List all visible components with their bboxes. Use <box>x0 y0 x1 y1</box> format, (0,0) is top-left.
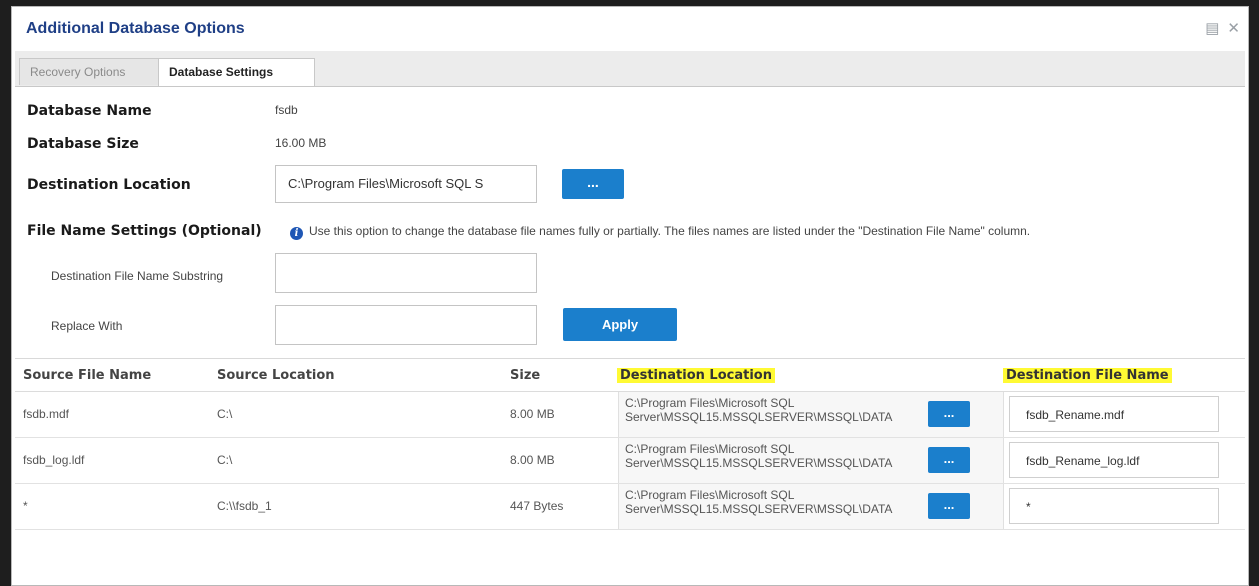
table-row: fsdb.mdf C:\ 8.00 MB C:\Program Files\Mi… <box>15 392 1245 438</box>
source-location: C:\ <box>217 453 233 467</box>
destination-location-cell: C:\Program Files\Microsoft SQL Server\MS… <box>618 438 1004 483</box>
destination-location-path: C:\Program Files\Microsoft SQL Server\MS… <box>625 488 893 516</box>
tab-strip: Recovery Options Database Settings <box>15 51 1245 87</box>
col-destination-file-name: Destination File Name <box>1003 368 1172 383</box>
tab-database-settings[interactable]: Database Settings <box>158 58 315 86</box>
source-location: C:\\fsdb_1 <box>217 499 272 513</box>
file-size: 447 Bytes <box>510 499 564 513</box>
file-size: 8.00 MB <box>510 407 555 421</box>
row-browse-button[interactable]: ... <box>928 401 970 427</box>
destination-file-name-input[interactable]: fsdb_Rename.mdf <box>1009 396 1219 432</box>
destination-file-name-substring-input[interactable] <box>275 253 537 293</box>
row-browse-button[interactable]: ... <box>928 493 970 519</box>
dialog-titlebar: Additional Database Options ▤ ✕ <box>12 7 1248 51</box>
destination-location-highlight: Destination Location <box>617 368 775 383</box>
destination-file-name-substring-label: Destination File Name Substring <box>51 269 224 283</box>
replace-with-input[interactable] <box>275 305 537 345</box>
row-browse-button[interactable]: ... <box>928 447 970 473</box>
col-source-location: Source Location <box>217 368 335 383</box>
destination-file-name-highlight: Destination File Name <box>1003 368 1172 383</box>
file-size: 8.00 MB <box>510 453 555 467</box>
database-size-value: 16.00 MB <box>275 136 327 150</box>
destination-location-label: Destination Location <box>27 177 191 193</box>
destination-location-input[interactable]: C:\Program Files\Microsoft SQL S <box>275 165 537 203</box>
close-icon[interactable]: ✕ <box>1227 19 1240 37</box>
col-source-file-name: Source File Name <box>23 368 152 383</box>
destination-location-path: C:\Program Files\Microsoft SQL Server\MS… <box>625 442 893 470</box>
table-header: Source File Name Source Location Size De… <box>15 359 1245 392</box>
source-file-name: fsdb_log.ldf <box>23 453 85 467</box>
destination-location-path: C:\Program Files\Microsoft SQL Server\MS… <box>625 396 893 424</box>
destination-file-name-input[interactable]: * <box>1009 488 1219 524</box>
replace-with-label: Replace With <box>51 319 123 333</box>
database-files-table: Source File Name Source Location Size De… <box>15 358 1245 530</box>
source-location: C:\ <box>217 407 233 421</box>
database-name-label: Database Name <box>27 103 152 119</box>
database-name-value: fsdb <box>275 103 298 117</box>
additional-database-options-dialog: Additional Database Options ▤ ✕ Recovery… <box>11 6 1249 586</box>
source-file-name: fsdb.mdf <box>23 407 70 421</box>
destination-location-browse-button[interactable]: ... <box>562 169 624 199</box>
table-row: * C:\\fsdb_1 447 Bytes C:\Program Files\… <box>15 484 1245 530</box>
info-icon: i <box>290 227 303 240</box>
apply-button[interactable]: Apply <box>563 308 677 341</box>
destination-file-name-input[interactable]: fsdb_Rename_log.ldf <box>1009 442 1219 478</box>
window-controls: ▤ ✕ <box>1205 19 1240 37</box>
destination-location-cell: C:\Program Files\Microsoft SQL Server\MS… <box>618 392 1004 437</box>
source-file-name: * <box>23 499 28 513</box>
file-name-settings-label: File Name Settings (Optional) <box>27 223 262 239</box>
info-text: Use this option to change the database f… <box>309 224 1031 238</box>
destination-location-cell: C:\Program Files\Microsoft SQL Server\MS… <box>618 484 1004 529</box>
table-row: fsdb_log.ldf C:\ 8.00 MB C:\Program File… <box>15 438 1245 484</box>
file-name-settings-info: i Use this option to change the database … <box>290 224 1030 240</box>
tab-recovery-options[interactable]: Recovery Options <box>19 58 159 85</box>
dialog-title: Additional Database Options <box>26 20 245 37</box>
restore-icon[interactable]: ▤ <box>1205 19 1219 37</box>
col-destination-location: Destination Location <box>617 368 775 383</box>
database-size-label: Database Size <box>27 136 139 152</box>
col-size: Size <box>510 368 541 383</box>
